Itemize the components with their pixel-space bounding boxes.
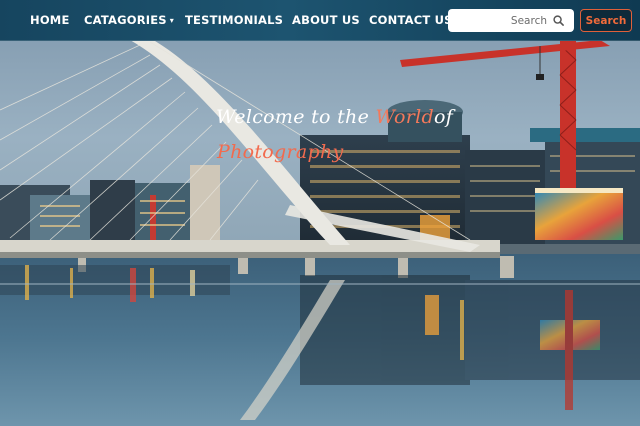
hero-background-photo	[0, 0, 640, 426]
nav-categories-label: CATAGORIES	[84, 13, 167, 27]
nav-home-link[interactable]: HOME	[30, 13, 70, 27]
search-input[interactable]	[477, 14, 547, 27]
search-box	[448, 9, 574, 32]
nav-about-link[interactable]: ABOUT US	[292, 13, 360, 27]
nav-contact-link[interactable]: CONTACT US	[369, 13, 453, 27]
chevron-down-icon: ▾	[169, 16, 175, 25]
search-button[interactable]: Search	[580, 9, 632, 32]
search-icon	[553, 15, 564, 26]
top-navbar: HOME CATAGORIES ▾ TESTIMONIALS ABOUT US C…	[0, 0, 640, 41]
nav-testimonials-link[interactable]: TESTIMONIALS	[185, 13, 283, 27]
nav-categories-dropdown[interactable]: CATAGORIES ▾	[84, 13, 174, 27]
